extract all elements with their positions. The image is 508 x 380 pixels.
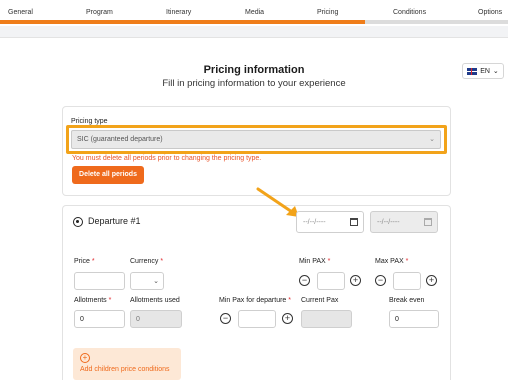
break-even-input[interactable]: 0	[389, 310, 439, 328]
pricing-type-value: SIC (guaranteed departure)	[77, 136, 163, 143]
min-pax-departure-increment-button[interactable]: +	[282, 313, 293, 324]
min-pax-increment-button[interactable]: +	[350, 275, 361, 286]
allotments-used-input: 0	[130, 310, 182, 328]
chevron-down-icon: ⌄	[429, 136, 435, 143]
allotments-label: Allotments *	[74, 297, 112, 304]
current-pax-label: Current Pax	[301, 297, 339, 304]
progress-track	[0, 20, 508, 24]
current-pax-input	[301, 310, 352, 328]
allotments-input[interactable]: 0	[74, 310, 125, 328]
step-conditions[interactable]: Conditions	[393, 9, 426, 16]
departure-radio[interactable]	[73, 217, 83, 227]
pricing-type-error: You must delete all periods prior to cha…	[72, 155, 262, 162]
max-pax-increment-button[interactable]: +	[426, 275, 437, 286]
min-pax-decrement-button[interactable]: −	[299, 275, 310, 286]
step-general[interactable]: General	[8, 9, 33, 16]
currency-select[interactable]: ⌄	[130, 272, 164, 290]
min-pax-departure-input[interactable]	[238, 310, 276, 328]
departure-title: Departure #1	[88, 216, 141, 226]
min-pax-departure-label: Min Pax for departure *	[219, 297, 291, 304]
calendar-icon[interactable]	[350, 218, 358, 226]
step-navigation: General Program Itinerary Media Pricing …	[0, 0, 508, 26]
pricing-type-label: Pricing type	[71, 118, 108, 125]
step-options[interactable]: Options	[478, 9, 502, 16]
sub-header-bar	[0, 26, 508, 38]
chevron-down-icon: ⌄	[153, 278, 159, 285]
delete-all-periods-button[interactable]: Delete all periods	[72, 166, 144, 184]
progress-fill	[0, 20, 365, 24]
price-input[interactable]	[74, 272, 125, 290]
add-children-label: Add children price conditions	[80, 366, 170, 373]
add-children-price-conditions-button[interactable]: + Add children price conditions	[73, 348, 181, 380]
departure-date-to: --/--/----	[370, 211, 438, 233]
allotments-used-label: Allotments used	[130, 297, 180, 304]
min-pax-label: Min PAX *	[299, 258, 331, 265]
max-pax-label: Max PAX *	[375, 258, 409, 265]
min-pax-input[interactable]	[317, 272, 345, 290]
page-subtitle: Fill in pricing information to your expe…	[162, 78, 346, 89]
step-pricing[interactable]: Pricing	[317, 9, 338, 16]
price-label: Price *	[74, 258, 95, 265]
date-to-placeholder: --/--/----	[377, 219, 400, 226]
step-media[interactable]: Media	[245, 9, 264, 16]
departure-date-from[interactable]: --/--/----	[296, 211, 364, 233]
plus-circle-icon: +	[80, 353, 90, 363]
page-title: Pricing information	[203, 64, 305, 76]
step-itinerary[interactable]: Itinerary	[166, 9, 191, 16]
break-even-label: Break even	[389, 297, 425, 304]
step-program[interactable]: Program	[86, 9, 113, 16]
pricing-type-select[interactable]: SIC (guaranteed departure) ⌄	[71, 130, 441, 149]
date-from-placeholder: --/--/----	[303, 219, 326, 226]
calendar-icon	[424, 218, 432, 226]
max-pax-decrement-button[interactable]: −	[375, 275, 386, 286]
min-pax-departure-decrement-button[interactable]: −	[220, 313, 231, 324]
max-pax-input[interactable]	[393, 272, 421, 290]
currency-label: Currency *	[130, 258, 164, 265]
